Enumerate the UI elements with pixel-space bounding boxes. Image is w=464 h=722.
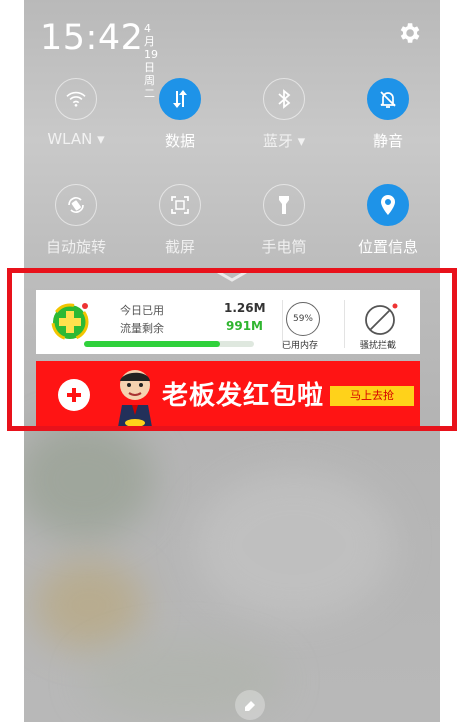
qs-wlan-label: WLAN ▾ <box>47 130 105 148</box>
qs-screenshot-label: 截屏 <box>164 238 195 256</box>
qs-auto-rotate-label: 自动旋转 <box>45 238 106 256</box>
qs-location-label: 位置信息 <box>357 238 418 256</box>
screenshot-icon[interactable] <box>159 184 201 226</box>
data-arrows-icon[interactable] <box>159 78 201 120</box>
qs-screenshot[interactable]: 截屏 <box>128 184 232 257</box>
bluetooth-icon[interactable] <box>263 78 305 120</box>
clear-notifications-icon[interactable] <box>235 690 265 720</box>
qs-wlan[interactable]: WLAN ▾ <box>24 78 128 148</box>
qs-mute-label: 静音 <box>372 132 403 150</box>
clock: 15:42 <box>40 18 144 58</box>
qs-location[interactable]: 位置信息 <box>336 184 440 257</box>
qs-data[interactable]: 数据 <box>128 78 232 151</box>
qs-bluetooth-label: 蓝牙 ▾ <box>262 132 306 150</box>
qs-flashlight[interactable]: 手电筒 <box>232 184 336 257</box>
quick-settings-row-2: 自动旋转 截屏 手电筒 位置信息 <box>24 184 440 257</box>
date: 4月19日 <box>144 22 158 74</box>
location-icon[interactable] <box>367 184 409 226</box>
wifi-icon[interactable] <box>55 78 97 120</box>
quick-settings-row-1: WLAN ▾ 数据 蓝牙 ▾ 静音 <box>24 78 440 151</box>
status-header: 15:42 4月19日 周二 <box>40 18 158 100</box>
highlight-box <box>7 268 457 431</box>
flashlight-icon[interactable] <box>263 184 305 226</box>
gear-icon[interactable] <box>396 20 422 46</box>
qs-flashlight-label: 手电筒 <box>261 238 307 256</box>
qs-data-label: 数据 <box>164 132 195 150</box>
qs-bluetooth[interactable]: 蓝牙 ▾ <box>232 78 336 151</box>
mute-bell-icon[interactable] <box>367 78 409 120</box>
qs-auto-rotate[interactable]: 自动旋转 <box>24 184 128 257</box>
qs-mute[interactable]: 静音 <box>336 78 440 151</box>
auto-rotate-icon[interactable] <box>55 184 97 226</box>
